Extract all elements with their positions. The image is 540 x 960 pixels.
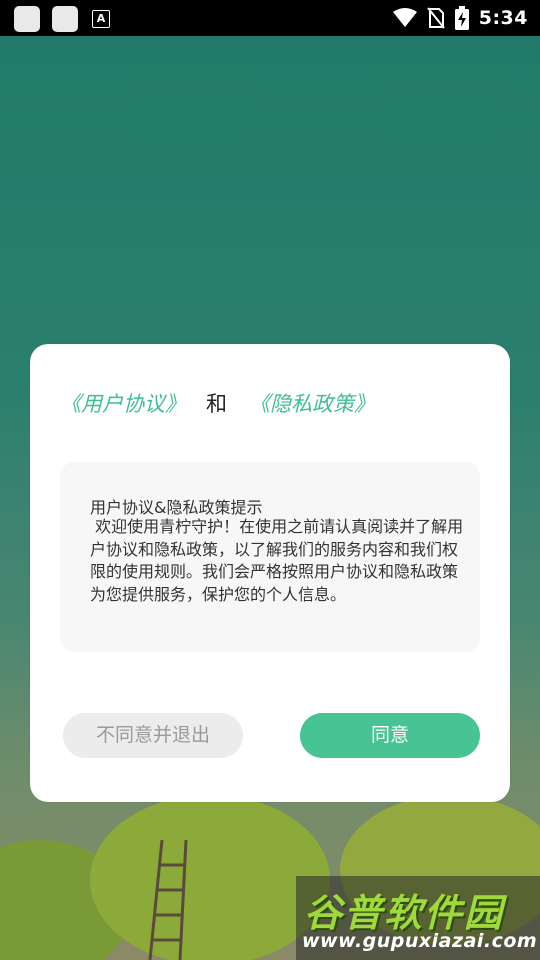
and-label: 和 <box>206 392 227 416</box>
privacy-policy-link[interactable]: 《隐私政策》 <box>249 388 375 418</box>
content-body: 欢迎使用青柠守护！在使用之前请认真阅读并了解用户协议和隐私政策，以了解我们的服务… <box>90 517 464 604</box>
disagree-and-exit-button[interactable]: 不同意并退出 <box>63 713 243 758</box>
wifi-icon <box>392 8 417 27</box>
status-bar-notifications: A <box>14 6 110 32</box>
no-sim-icon <box>426 7 445 29</box>
status-bar: A 5:34 <box>0 0 540 36</box>
watermark: 谷普软件园 www.gupuxiazai.com <box>296 876 540 960</box>
status-bar-system: 5:34 <box>392 6 528 30</box>
battery-charging-icon <box>454 6 469 30</box>
clock: 5:34 <box>478 7 528 29</box>
agree-button[interactable]: 同意 <box>300 713 480 758</box>
app-icon <box>14 6 40 32</box>
user-agreement-link[interactable]: 《用户协议》 <box>60 388 186 418</box>
watermark-title: 谷普软件园 <box>304 891 505 935</box>
app-icon <box>52 6 78 32</box>
tree-foliage <box>90 795 330 960</box>
content-title: 用户协议&隐私政策提示 <box>90 498 263 517</box>
privacy-dialog: 《用户协议》 和 《隐私政策》 用户协议&隐私政策提示 欢迎使用青柠守护！在使用… <box>30 344 510 802</box>
agreement-links: 《用户协议》 和 《隐私政策》 <box>60 388 375 418</box>
font-icon: A <box>92 10 110 28</box>
agreement-content-box: 用户协议&隐私政策提示 欢迎使用青柠守护！在使用之前请认真阅读并了解用户协议和隐… <box>60 462 480 652</box>
watermark-url: www.gupuxiazai.com <box>302 930 538 952</box>
